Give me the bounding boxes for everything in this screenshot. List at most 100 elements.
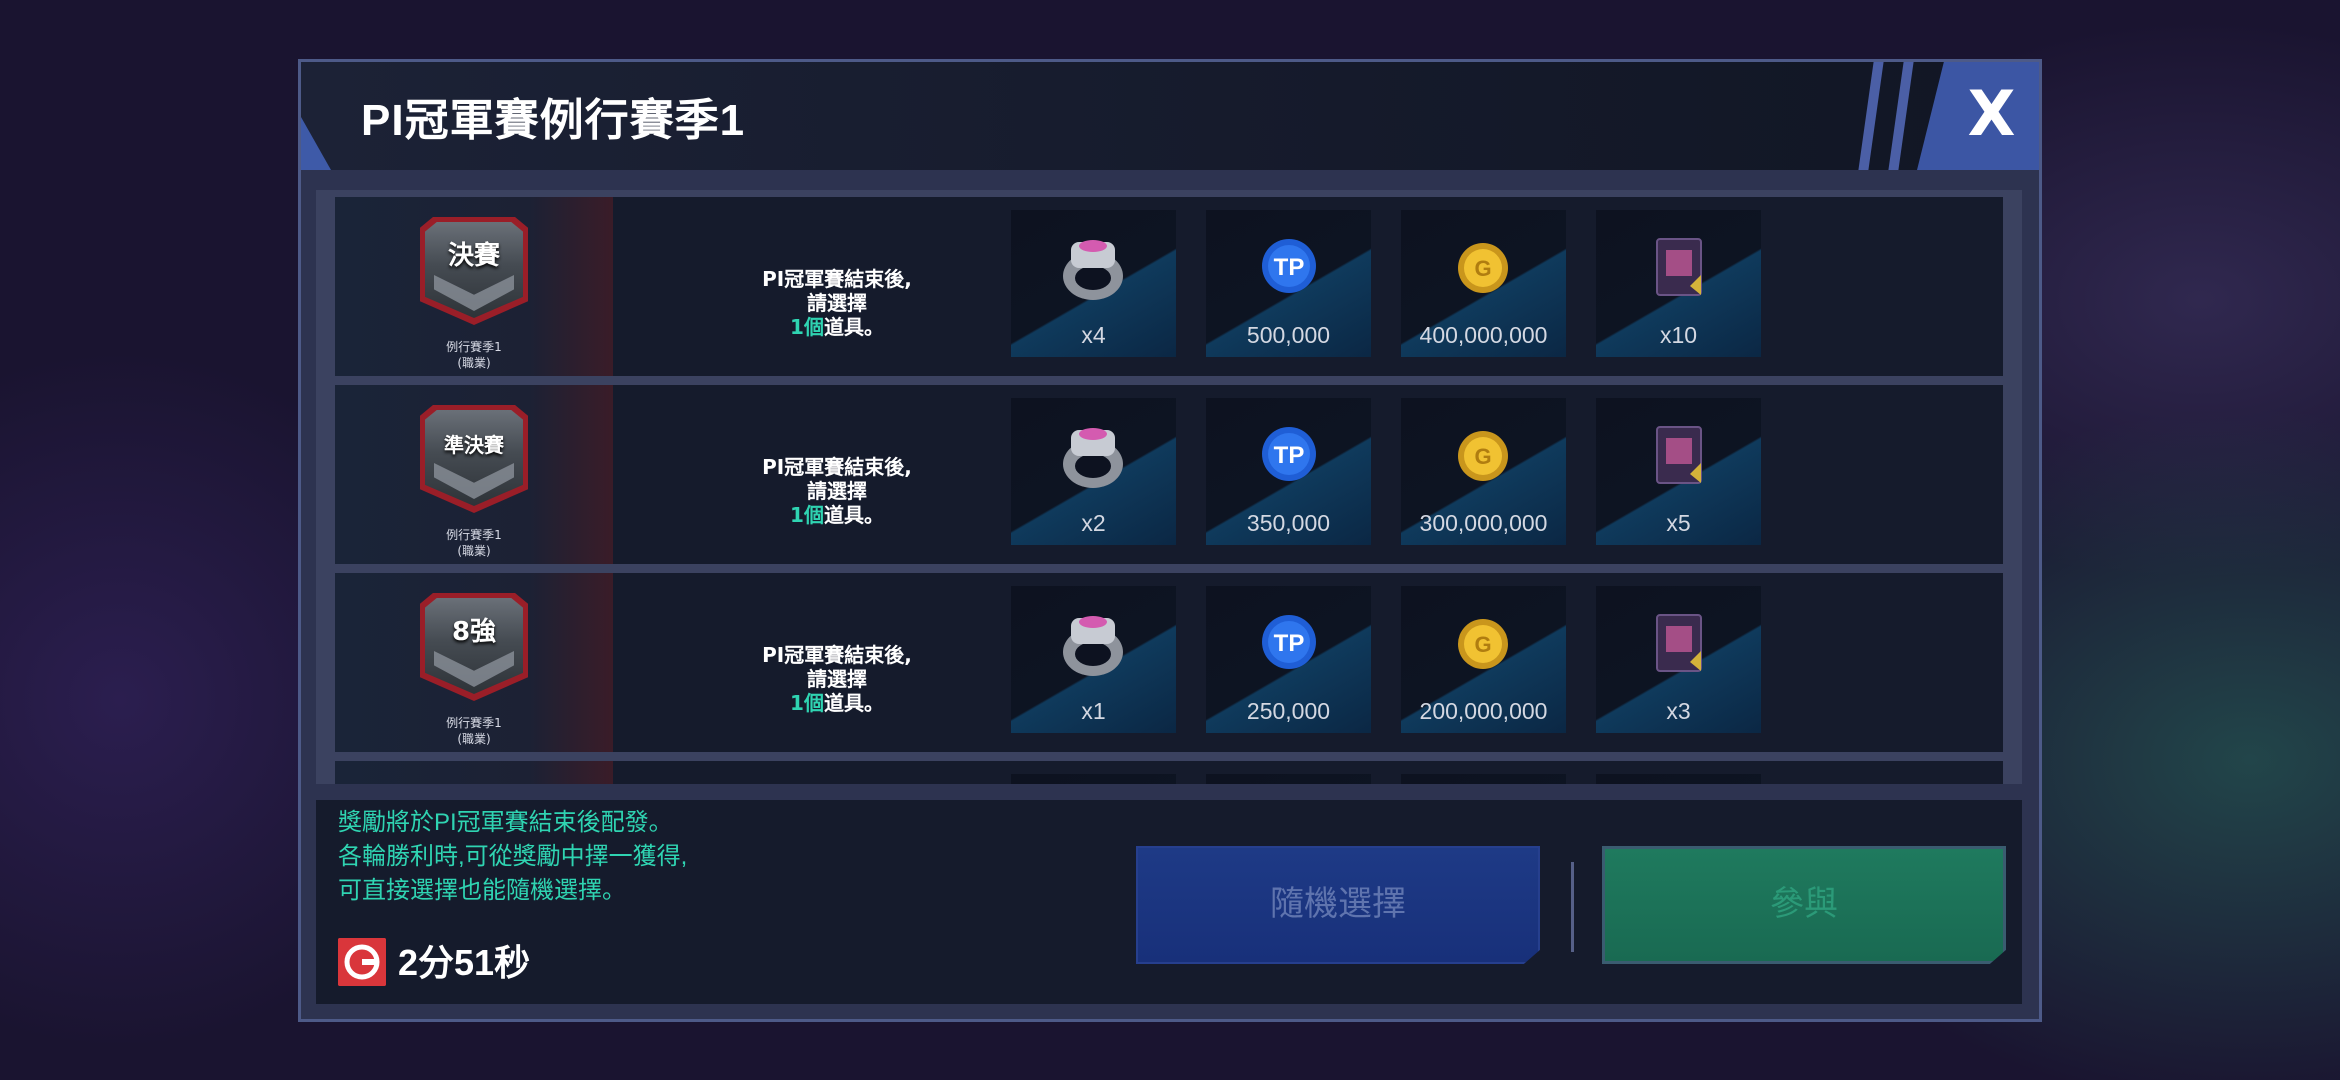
coin-icon: G bbox=[1458, 619, 1508, 669]
card-icon bbox=[1656, 426, 1702, 484]
timer-icon bbox=[338, 938, 386, 986]
reward-count: x5 bbox=[1666, 510, 1691, 536]
desc-line: PI冠軍賽結束後, bbox=[762, 267, 912, 291]
notice-line: 可直接選擇也能隨機選擇。 bbox=[338, 877, 626, 904]
reward-count: x4 bbox=[1081, 322, 1106, 348]
tier-badge: 決賽 bbox=[420, 217, 528, 325]
countdown-timer: 2分51秒 bbox=[398, 942, 531, 983]
badge-label: 準決賽 bbox=[444, 433, 504, 457]
svg-text:G: G bbox=[1474, 632, 1491, 657]
tier-badge: 8強 bbox=[420, 593, 528, 701]
reward-item-card[interactable]: x10 bbox=[1596, 210, 1761, 357]
desc-highlight: 1個 bbox=[790, 315, 824, 339]
reward-count: 200,000,000 bbox=[1419, 698, 1548, 724]
badge-caption: 例行賽季1 (職業) bbox=[335, 715, 613, 747]
badge-caption-line: (職業) bbox=[457, 356, 491, 370]
reward-item-ring[interactable]: x2 bbox=[1011, 398, 1176, 545]
reward-count: x3 bbox=[1666, 698, 1691, 724]
badge-label: 8強 bbox=[451, 617, 497, 647]
badge-cell: 準決賽 例行賽季1 (職業) bbox=[335, 385, 613, 564]
ring-icon bbox=[1063, 428, 1123, 488]
coin-icon: G bbox=[1458, 243, 1508, 293]
reward-notice: 獎勵將於PI冠軍賽結束後配發。 各輪勝利時,可從獎勵中擇一獲得, 可直接選擇也能… bbox=[338, 806, 687, 908]
tp-icon: TP bbox=[1262, 615, 1316, 669]
badge-caption-line: (職業) bbox=[457, 544, 491, 558]
reward-row-partial bbox=[335, 761, 2003, 784]
desc-line: 1個道具。 bbox=[707, 691, 967, 715]
ring-icon bbox=[1063, 240, 1123, 300]
dialog-titlebar: PI冠軍賽例行賽季1 X bbox=[301, 62, 2039, 170]
title-stripe bbox=[1888, 62, 1914, 170]
reward-item-coin[interactable]: G 200,000,000 bbox=[1401, 586, 1566, 733]
reward-item[interactable] bbox=[1206, 774, 1371, 784]
reward-list[interactable]: 決賽 例行賽季1 (職業) PI冠軍賽結束後, 請選擇 1個道具。 x4 TP … bbox=[316, 190, 2022, 784]
reward-count: 400,000,000 bbox=[1419, 322, 1548, 348]
reward-item-tp[interactable]: TP 350,000 bbox=[1206, 398, 1371, 545]
reward-count: 350,000 bbox=[1246, 510, 1331, 536]
badge-caption-line: 例行賽季1 bbox=[446, 528, 502, 542]
desc-line: PI冠軍賽結束後, bbox=[762, 643, 912, 667]
notice-line: 獎勵將於PI冠軍賽結束後配發。 bbox=[338, 809, 673, 836]
reward-count: x10 bbox=[1659, 322, 1698, 348]
reward-count: x1 bbox=[1081, 698, 1106, 724]
svg-text:G: G bbox=[1474, 256, 1491, 281]
title-stripe bbox=[1858, 62, 1884, 170]
badge-caption: 例行賽季1 (職業) bbox=[335, 527, 613, 559]
desc-highlight: 1個 bbox=[790, 503, 824, 527]
reward-item[interactable] bbox=[1401, 774, 1566, 784]
reward-row-semifinal: 準決賽 例行賽季1 (職業) PI冠軍賽結束後, 請選擇 1個道具。 x2 TP… bbox=[335, 385, 2003, 564]
ring-icon bbox=[1063, 616, 1123, 676]
card-icon bbox=[1656, 614, 1702, 672]
badge-cell: 決賽 例行賽季1 (職業) bbox=[335, 197, 613, 376]
reward-row-final: 決賽 例行賽季1 (職業) PI冠軍賽結束後, 請選擇 1個道具。 x4 TP … bbox=[335, 197, 2003, 376]
reward-item-tp[interactable]: TP 500,000 bbox=[1206, 210, 1371, 357]
badge-caption: 例行賽季1 (職業) bbox=[335, 339, 613, 371]
reward-count: 250,000 bbox=[1246, 698, 1331, 724]
title-accent bbox=[301, 117, 331, 170]
tp-icon: TP bbox=[1262, 239, 1316, 293]
reward-item[interactable] bbox=[1011, 774, 1176, 784]
card-icon bbox=[1656, 238, 1702, 296]
reward-row-top8: 8強 例行賽季1 (職業) PI冠軍賽結束後, 請選擇 1個道具。 x1 TP … bbox=[335, 573, 2003, 752]
footer-panel: 獎勵將於PI冠軍賽結束後配發。 各輪勝利時,可從獎勵中擇一獲得, 可直接選擇也能… bbox=[316, 800, 2022, 1004]
reward-item-card[interactable]: x3 bbox=[1596, 586, 1761, 733]
badge-caption-line: (職業) bbox=[457, 732, 491, 746]
svg-text:TP: TP bbox=[1274, 442, 1305, 469]
badge-caption-line: 例行賽季1 bbox=[446, 716, 502, 730]
desc-suffix: 道具。 bbox=[823, 503, 884, 527]
tp-icon: TP bbox=[1262, 427, 1316, 481]
reward-count: 500,000 bbox=[1246, 322, 1331, 348]
badge-label: 決賽 bbox=[447, 241, 500, 271]
desc-line: 請選擇 bbox=[807, 479, 867, 503]
desc-line: 1個道具。 bbox=[707, 315, 967, 339]
reward-item-ring[interactable]: x4 bbox=[1011, 210, 1176, 357]
svg-text:TP: TP bbox=[1274, 630, 1305, 657]
reward-description: PI冠軍賽結束後, 請選擇 1個道具。 bbox=[707, 267, 967, 339]
desc-line: 請選擇 bbox=[807, 667, 867, 691]
notice-line: 各輪勝利時,可從獎勵中擇一獲得, bbox=[338, 843, 688, 870]
desc-line: 請選擇 bbox=[807, 291, 867, 315]
reward-item[interactable] bbox=[1596, 774, 1761, 784]
reward-dialog: PI冠軍賽例行賽季1 X 決賽 例行賽季1 (職業) PI冠軍賽結束後, 請選擇… bbox=[298, 59, 2042, 1022]
close-button[interactable]: X bbox=[1944, 62, 2039, 170]
participate-button[interactable]: 參與 bbox=[1602, 846, 2006, 964]
badge-cell: 8強 例行賽季1 (職業) bbox=[335, 573, 613, 752]
desc-line: 1個道具。 bbox=[707, 503, 967, 527]
reward-item-coin[interactable]: G 300,000,000 bbox=[1401, 398, 1566, 545]
svg-text:TP: TP bbox=[1274, 254, 1305, 281]
reward-description: PI冠軍賽結束後, 請選擇 1個道具。 bbox=[707, 455, 967, 527]
reward-item-tp[interactable]: TP 250,000 bbox=[1206, 586, 1371, 733]
desc-suffix: 道具。 bbox=[823, 691, 884, 715]
reward-item-coin[interactable]: G 400,000,000 bbox=[1401, 210, 1566, 357]
reward-description: PI冠軍賽結束後, 請選擇 1個道具。 bbox=[707, 643, 967, 715]
reward-item-ring[interactable]: x1 bbox=[1011, 586, 1176, 733]
coin-icon: G bbox=[1458, 431, 1508, 481]
reward-count: x2 bbox=[1081, 510, 1106, 536]
desc-suffix: 道具。 bbox=[823, 315, 884, 339]
svg-text:G: G bbox=[1474, 444, 1491, 469]
reward-item-card[interactable]: x5 bbox=[1596, 398, 1761, 545]
badge-caption-line: 例行賽季1 bbox=[446, 340, 502, 354]
desc-highlight: 1個 bbox=[790, 691, 824, 715]
random-select-button[interactable]: 隨機選擇 bbox=[1136, 846, 1540, 964]
tier-badge: 準決賽 bbox=[420, 405, 528, 513]
